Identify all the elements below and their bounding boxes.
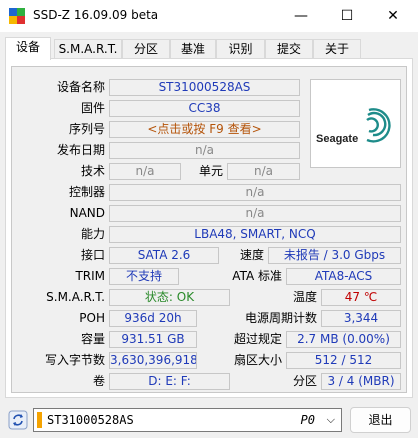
- bytes-written-value: 3,630,396,918: [109, 352, 197, 369]
- temperature-label: 温度: [292, 290, 317, 304]
- trim-label: TRIM: [75, 269, 105, 283]
- model-label: 设备名称: [56, 80, 105, 94]
- model-value: ST31000528AS: [109, 79, 300, 96]
- drive-name: ST31000528AS: [47, 413, 134, 427]
- drive-port: P0: [300, 413, 315, 427]
- smart-status-value: 状态: OK: [109, 289, 230, 306]
- release-date-label: 发布日期: [56, 143, 105, 157]
- bytes-written-label: 写入字节数: [44, 353, 105, 367]
- app-icon: [9, 8, 25, 24]
- chevron-down-icon[interactable]: ⌵: [327, 413, 335, 427]
- refresh-icon: [8, 410, 28, 430]
- tab-smart[interactable]: S.M.A.R.T.: [54, 39, 122, 59]
- power-cycles-label: 电源周期计数: [244, 311, 317, 325]
- window-title: SSD-Z 16.09.09 beta: [33, 8, 159, 22]
- device-panel: 设备名称 ST31000528AS 固件 CC38 序列号 <点击或按 F9 查…: [5, 58, 413, 398]
- tab-about[interactable]: 关于: [313, 39, 361, 59]
- seagate-logo-icon: Seagate: [316, 108, 391, 145]
- capability-value: LBA48, SMART, NCQ: [109, 226, 401, 243]
- smart-label: S.M.A.R.T.: [46, 290, 105, 304]
- partition-label: 分区: [292, 374, 317, 388]
- exit-button[interactable]: 退出: [350, 407, 411, 433]
- technology-value: n/a: [109, 163, 181, 180]
- sector-size-label: 扇区大小: [233, 353, 282, 367]
- nand-value: n/a: [109, 205, 401, 222]
- controller-value: n/a: [109, 184, 401, 201]
- temperature-value: 47 ℃: [321, 289, 401, 306]
- cell-value: n/a: [227, 163, 300, 180]
- tab-submit[interactable]: 提交: [265, 39, 313, 59]
- capability-label: 能力: [80, 227, 105, 241]
- device-info-group: 设备名称 ST31000528AS 固件 CC38 序列号 <点击或按 F9 查…: [11, 66, 407, 393]
- drive-select[interactable]: ST31000528AS P0 ⌵: [33, 408, 342, 432]
- ata-standard-value: ATA8-ACS: [286, 268, 401, 285]
- drive-marker: [37, 412, 42, 428]
- poh-label: POH: [79, 311, 105, 325]
- close-button[interactable]: ✕: [370, 0, 416, 32]
- bottom-bar: ST31000528AS P0 ⌵ 退出: [0, 398, 418, 438]
- tab-strip: 设备 S.M.A.R.T. 分区 基准 识别 提交 关于: [5, 37, 413, 60]
- tab-partitions[interactable]: 分区: [122, 39, 170, 59]
- maximize-button[interactable]: ☐: [324, 0, 370, 32]
- capacity-label: 容量: [80, 332, 105, 346]
- minimize-button[interactable]: —: [278, 0, 324, 32]
- nand-label: NAND: [69, 206, 105, 220]
- interface-label: 接口: [80, 248, 105, 262]
- logo-text: Seagate: [316, 133, 358, 145]
- speed-label: 速度: [239, 248, 264, 262]
- serial-value[interactable]: <点击或按 F9 查看>: [109, 121, 300, 138]
- volume-label: 卷: [92, 374, 105, 388]
- firmware-value: CC38: [109, 100, 300, 117]
- sector-size-value: 512 / 512: [286, 352, 401, 369]
- firmware-label: 固件: [80, 101, 105, 115]
- tab-benchmark[interactable]: 基准: [170, 39, 216, 59]
- speed-value: 未报告 / 3.0 Gbps: [268, 247, 401, 264]
- seagate-logo: Seagate: [310, 79, 401, 168]
- serial-label: 序列号: [68, 122, 105, 136]
- technology-label: 技术: [80, 164, 105, 178]
- poh-value: 936d 20h: [109, 310, 197, 327]
- interface-value: SATA 2.6: [109, 247, 219, 264]
- overprovision-value: 2.7 MB (0.00%): [286, 331, 401, 348]
- tab-identify[interactable]: 识别: [216, 39, 265, 59]
- ata-standard-label: ATA 标准: [232, 269, 282, 283]
- power-cycles-value: 3,344: [321, 310, 401, 327]
- overprovision-label: 超过规定: [233, 332, 282, 346]
- volume-value: D: E: F:: [109, 373, 230, 390]
- controller-label: 控制器: [68, 185, 105, 199]
- refresh-button[interactable]: [8, 410, 28, 430]
- partition-value: 3 / 4 (MBR): [321, 373, 401, 390]
- trim-value: 不支持: [109, 268, 179, 285]
- cell-label: 单元: [198, 164, 223, 178]
- title-bar: SSD-Z 16.09.09 beta — ☐ ✕: [0, 0, 418, 32]
- release-date-value: n/a: [109, 142, 300, 159]
- capacity-value: 931.51 GB: [109, 331, 197, 348]
- tab-device[interactable]: 设备: [5, 37, 51, 60]
